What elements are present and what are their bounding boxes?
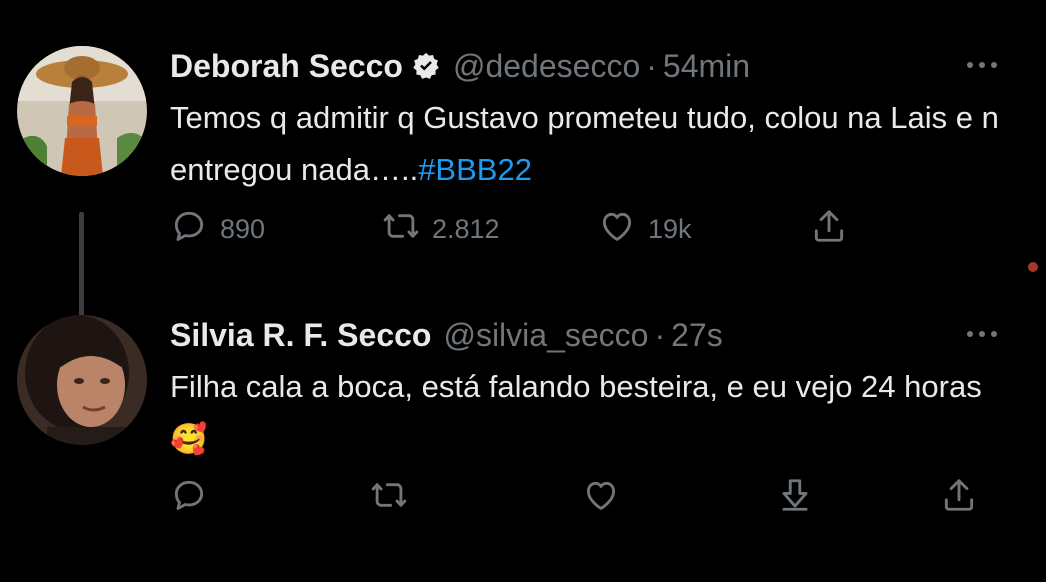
retweet-button[interactable] xyxy=(370,475,408,521)
tweet-actions: 890 2.812 19k xyxy=(170,206,1006,252)
like-button[interactable]: 19k xyxy=(598,206,692,252)
tweet-silvia[interactable]: Silvia R. F. Secco @silvia_secco · 27s F… xyxy=(0,305,1046,555)
tweet-body: Filha cala a boca, está falando besteira… xyxy=(170,369,982,404)
reply-button[interactable] xyxy=(170,475,208,521)
avatar[interactable] xyxy=(17,315,147,445)
more-icon[interactable] xyxy=(962,327,1002,339)
smiling-face-with-hearts-emoji: 🥰 xyxy=(170,423,208,456)
share-button[interactable] xyxy=(810,206,848,252)
share-icon xyxy=(940,476,978,521)
download-icon xyxy=(776,476,814,521)
reply-icon xyxy=(170,476,208,521)
separator: · xyxy=(654,316,666,353)
share-button[interactable] xyxy=(940,475,978,521)
like-button[interactable] xyxy=(582,475,620,521)
tweet-text: Filha cala a boca, está falando besteira… xyxy=(170,361,1006,466)
author-handle[interactable]: @silvia_secco xyxy=(443,317,648,354)
reply-button[interactable]: 890 xyxy=(170,206,265,252)
timestamp[interactable]: 27s xyxy=(671,317,723,354)
like-count: 19k xyxy=(648,213,692,244)
retweet-button[interactable]: 2.812 xyxy=(382,206,500,252)
like-icon xyxy=(598,207,636,252)
tweet-header: Silvia R. F. Secco @silvia_secco · 27s xyxy=(170,313,723,357)
tweet-body: Temos q admitir q Gustavo prometeu tudo,… xyxy=(170,100,999,187)
retweet-icon xyxy=(382,207,420,252)
reply-count: 890 xyxy=(220,213,266,244)
author-name[interactable]: Silvia R. F. Secco xyxy=(170,317,431,354)
author-name[interactable]: Deborah Secco xyxy=(170,48,403,85)
verified-badge-icon xyxy=(411,51,441,81)
timestamp[interactable]: 54min xyxy=(663,48,750,85)
share-icon xyxy=(810,207,848,252)
reply-icon xyxy=(170,207,208,252)
avatar[interactable] xyxy=(17,46,147,176)
tweet-deborah[interactable]: Deborah Secco @dedesecco · 54min Temos q… xyxy=(0,30,1046,340)
tweet-header: Deborah Secco @dedesecco · 54min xyxy=(170,44,750,88)
more-icon[interactable] xyxy=(962,58,1002,70)
edge-marker xyxy=(1028,262,1038,272)
tweet-actions xyxy=(170,475,1006,521)
retweet-count: 2.812 xyxy=(432,213,500,244)
author-handle[interactable]: @dedesecco xyxy=(453,48,640,85)
separator: · xyxy=(646,47,657,84)
retweet-icon xyxy=(370,476,408,521)
download-button[interactable] xyxy=(776,475,814,521)
hashtag-link[interactable]: #BBB22 xyxy=(418,152,532,187)
tweet-text: Temos q admitir q Gustavo prometeu tudo,… xyxy=(170,92,1006,196)
like-icon xyxy=(582,476,620,521)
